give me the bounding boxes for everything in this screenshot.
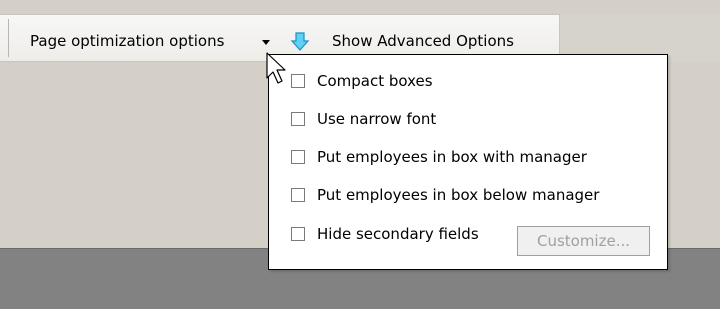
menu-item-compact-boxes[interactable]: Compact boxes xyxy=(269,67,667,97)
menu-item-employees-with-manager[interactable]: Put employees in box with manager xyxy=(269,143,667,173)
top-strip xyxy=(0,0,720,14)
customize-button[interactable]: Customize... xyxy=(517,226,650,256)
hide-secondary-fields-checkbox[interactable] xyxy=(291,227,305,241)
menu-item-label: Use narrow font xyxy=(317,110,437,128)
menu-item-label: Put employees in box with manager xyxy=(317,148,587,166)
menu-item-employees-below-manager[interactable]: Put employees in box below manager xyxy=(269,181,667,211)
employees-with-manager-checkbox[interactable] xyxy=(291,150,305,164)
menu-item-label: Put employees in box below manager xyxy=(317,186,600,204)
mouse-cursor-icon xyxy=(266,52,286,84)
page-optimization-options-button[interactable]: Page optimization options xyxy=(30,32,224,50)
toolbar-separator xyxy=(8,19,9,57)
down-arrow-icon[interactable] xyxy=(290,32,310,52)
menu-item-label: Compact boxes xyxy=(317,72,433,90)
menu-item-label: Hide secondary fields xyxy=(317,225,479,243)
menu-item-use-narrow-font[interactable]: Use narrow font xyxy=(269,105,667,135)
use-narrow-font-checkbox[interactable] xyxy=(291,112,305,126)
dropdown-arrow-icon[interactable] xyxy=(262,40,270,45)
employees-below-manager-checkbox[interactable] xyxy=(291,188,305,202)
compact-boxes-checkbox[interactable] xyxy=(291,74,305,88)
show-advanced-options-button[interactable]: Show Advanced Options xyxy=(332,32,514,50)
page-optimization-menu: Compact boxes Use narrow font Put employ… xyxy=(268,54,668,270)
